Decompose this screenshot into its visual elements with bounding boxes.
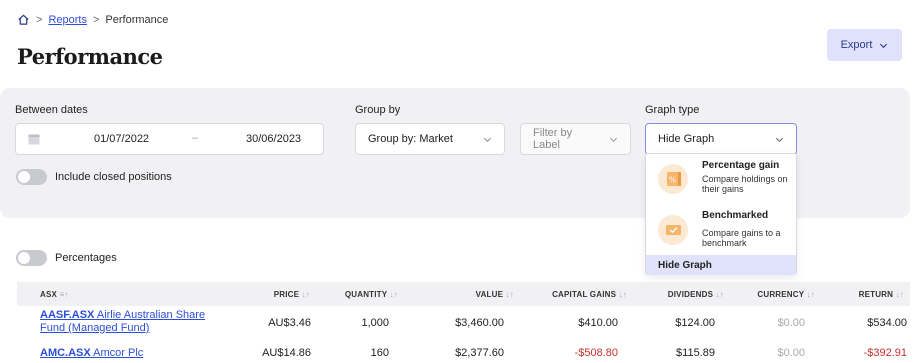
benchmark-check-icon [658, 215, 688, 245]
currency-cell: $0.00 [777, 317, 805, 329]
value-cell: $2,377.60 [455, 347, 504, 359]
calendar-icon [28, 134, 40, 145]
sort-icon: ↓↑ [301, 290, 310, 299]
column-header-capital-gains[interactable]: CAPITAL GAINS ↓↑ [552, 290, 627, 299]
filter-by-label-placeholder: Filter by Label [533, 127, 573, 151]
date-from-field[interactable]: 01/07/2022 [94, 133, 149, 145]
column-header-value[interactable]: VALUE ↓↑ [476, 290, 514, 299]
toggle-knob [18, 252, 30, 264]
holding-link[interactable]: AMC.ASX Amcor Plc [40, 347, 143, 359]
graph-type-select[interactable]: Hide Graph [645, 123, 797, 155]
table-header: ASX ≡↑ PRICE ↓↑ QUANTITY ↓↑ VALUE ↓↑ CAP… [17, 282, 910, 306]
quantity-cell: 1,000 [361, 317, 389, 329]
return-cell: $534.00 [867, 317, 907, 329]
export-button[interactable]: Export [827, 29, 902, 61]
breadcrumb-reports-link[interactable]: Reports [48, 14, 87, 26]
page-title: Performance [17, 44, 163, 69]
home-icon[interactable] [17, 13, 30, 26]
group-by-label: Group by [355, 104, 401, 116]
graph-type-label: Graph type [645, 104, 700, 116]
value-cell: $3,460.00 [455, 317, 504, 329]
percentages-label: Percentages [55, 252, 117, 264]
option-title: Benchmarked [702, 210, 769, 221]
holding-link[interactable]: AASF.ASX Airlie Australian Share Fund (Ma… [40, 309, 205, 334]
option-description: Compare holdings on their gains [702, 174, 788, 194]
capital-gains-cell: -$508.80 [574, 347, 618, 359]
percentage-icon: % [658, 164, 688, 194]
chevron-down-icon [483, 137, 492, 142]
graph-type-dropdown: % Percentage gain Compare holdings on th… [645, 153, 797, 275]
return-cell: -$392.91 [863, 347, 907, 359]
holding-cell: AASF.ASX Airlie Australian Share Fund (Ma… [40, 309, 205, 335]
group-by-select[interactable]: Group by: Market [355, 123, 505, 155]
breadcrumb-separator: > [36, 13, 43, 26]
capital-gains-cell: $410.00 [578, 317, 618, 329]
column-header-price[interactable]: PRICE ↓↑ [274, 290, 310, 299]
date-separator: – [192, 132, 199, 144]
sort-icon: ↓↑ [618, 290, 627, 299]
filter-by-label-select[interactable]: Filter by Label [520, 123, 631, 155]
quantity-cell: 160 [370, 347, 389, 359]
sort-icon: ↓↑ [505, 290, 514, 299]
breadcrumb-current: Performance [105, 13, 169, 26]
percentages-toggle[interactable] [16, 250, 47, 266]
sort-icon: ↓↑ [895, 290, 904, 299]
toggle-knob [18, 171, 30, 183]
between-dates-label: Between dates [15, 104, 88, 116]
column-header-dividends[interactable]: DIVIDENDS ↓↑ [668, 290, 724, 299]
currency-cell: $0.00 [777, 347, 805, 359]
graph-option-hide-graph[interactable]: Hide Graph [646, 255, 796, 275]
price-cell: AU$14.86 [262, 347, 311, 359]
sort-icon: ↓↑ [389, 290, 398, 299]
sort-icon: ≡↑ [59, 290, 69, 299]
column-header-return[interactable]: RETURN ↓↑ [859, 290, 904, 299]
chevron-down-icon [775, 137, 784, 142]
price-cell: AU$3.46 [268, 317, 311, 329]
column-header-currency[interactable]: CURRENCY ↓↑ [757, 290, 815, 299]
group-by-value: Group by: Market [368, 133, 453, 145]
export-button-label: Export [840, 39, 873, 51]
holding-cell: AMC.ASX Amcor Plc [40, 347, 143, 359]
breadcrumb: > Reports > Performance [17, 13, 168, 26]
option-title: Percentage gain [702, 160, 780, 171]
column-header-asx[interactable]: ASX ≡↑ [40, 290, 69, 299]
graph-type-value: Hide Graph [658, 133, 715, 145]
column-header-quantity[interactable]: QUANTITY ↓↑ [345, 290, 398, 299]
date-range-picker[interactable]: 01/07/2022 – 30/06/2023 [15, 123, 324, 155]
chevron-down-icon [610, 137, 618, 142]
dividends-cell: $115.89 [676, 347, 715, 359]
include-closed-toggle[interactable] [16, 169, 47, 185]
svg-text:%: % [669, 176, 677, 185]
include-closed-label: Include closed positions [55, 171, 172, 183]
dividends-cell: $124.00 [675, 317, 715, 329]
graph-option-percentage-gain[interactable]: % Percentage gain Compare holdings on th… [646, 154, 796, 206]
chevron-down-icon [880, 43, 888, 48]
graph-option-benchmarked[interactable]: Benchmarked Compare gains to a benchmark [646, 206, 796, 254]
breadcrumb-separator: > [92, 13, 100, 26]
date-to-field[interactable]: 30/06/2023 [246, 133, 301, 145]
sort-icon: ↓↑ [806, 290, 815, 299]
option-description: Compare gains to a benchmark [702, 228, 781, 248]
sort-icon: ↓↑ [715, 290, 724, 299]
